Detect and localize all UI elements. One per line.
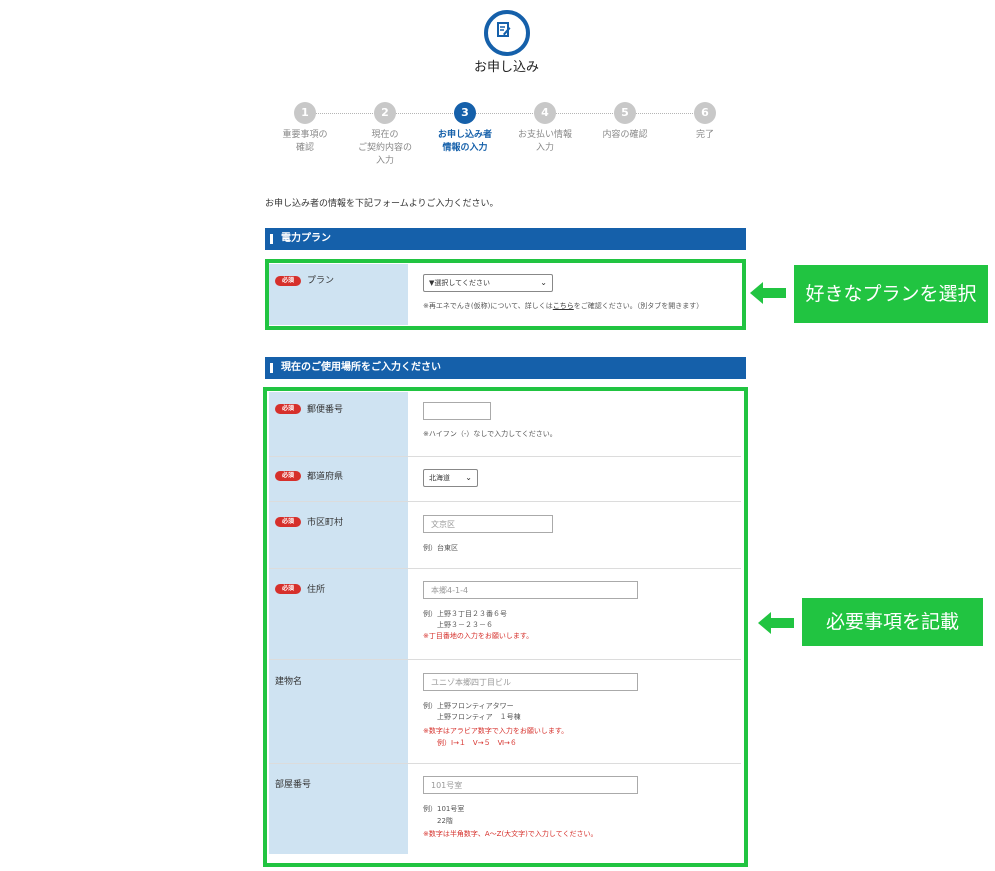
step-label: お支払い情報 入力 bbox=[517, 130, 572, 153]
step-5: 5 内容の確認 bbox=[585, 102, 665, 142]
step-label: 内容の確認 bbox=[602, 130, 648, 140]
plan-section-header: 電力プラン bbox=[265, 228, 746, 250]
step-label: お申し込み者 情報の入力 bbox=[437, 130, 492, 153]
section-title: 電力プラン bbox=[281, 233, 331, 244]
step-3: 3 お申し込み者 情報の入力 bbox=[425, 102, 505, 155]
step-label: 重要事項の 確認 bbox=[282, 130, 328, 153]
step-number: 1 bbox=[294, 102, 316, 124]
arrow-tail bbox=[770, 618, 794, 628]
plan-highlight-box bbox=[265, 259, 746, 330]
step-number: 6 bbox=[694, 102, 716, 124]
step-number: 5 bbox=[614, 102, 636, 124]
form-logo bbox=[484, 10, 530, 56]
intro-text: お申し込み者の情報を下記フォームよりご入力ください。 bbox=[265, 199, 499, 209]
page-title: お申し込み bbox=[473, 60, 539, 75]
arrow-tail bbox=[762, 288, 786, 298]
step-4: 4 お支払い情報 入力 bbox=[505, 102, 585, 155]
step-2: 2 現在の ご契約内容の 入力 bbox=[345, 102, 425, 168]
fields-callout: 必要事項を記載 bbox=[802, 598, 983, 646]
step-1: 1 重要事項の 確認 bbox=[265, 102, 345, 155]
fields-highlight-box bbox=[263, 387, 748, 867]
edit-document-icon bbox=[497, 22, 511, 37]
step-number: 2 bbox=[374, 102, 396, 124]
step-6: 6 完了 bbox=[665, 102, 745, 142]
step-label: 現在の ご契約内容の 入力 bbox=[357, 130, 412, 166]
step-number: 3 bbox=[454, 102, 476, 124]
plan-callout: 好きなプランを選択 bbox=[794, 265, 988, 323]
step-label: 完了 bbox=[695, 130, 714, 140]
section-title: 現在のご使用場所をご入力ください bbox=[281, 362, 441, 373]
step-number: 4 bbox=[534, 102, 556, 124]
location-section-header: 現在のご使用場所をご入力ください bbox=[265, 357, 746, 379]
